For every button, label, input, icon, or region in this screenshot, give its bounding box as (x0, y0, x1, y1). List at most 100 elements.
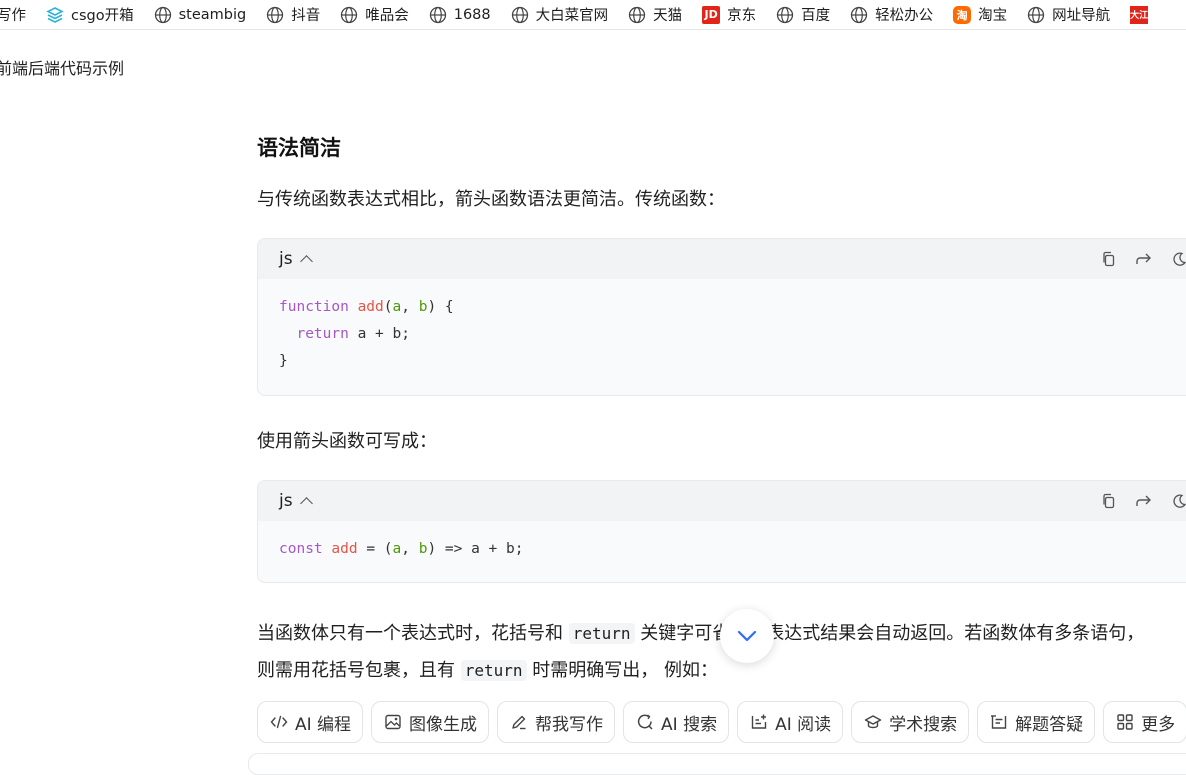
toolbar-label: 学术搜索 (889, 714, 958, 735)
bookmark-1688[interactable]: 1688 (429, 6, 491, 24)
page-title: 前端后端代码示例 (0, 59, 125, 78)
code-token: add (331, 541, 358, 557)
code-tools (1100, 492, 1186, 510)
bookmark-vip[interactable]: 唯品会 (340, 4, 409, 25)
code-token: ( (383, 299, 393, 315)
bookmarks-bar: 写作 csgo开箱 steambig 抖音 唯品会 1688 大白菜官网 天猫 … (0, 0, 1186, 30)
code-content: function add(a, b) { return a + b;} (258, 279, 1186, 375)
bookmark-label: 轻松办公 (875, 8, 934, 24)
stack-icon (46, 6, 64, 24)
code-token: function (279, 299, 349, 315)
code-token: ) => a + b; (427, 541, 524, 557)
paragraph-line: 则需用花括号包裹，且有 return 时需明确写出， 例如： (257, 652, 1144, 689)
bookmark-jd[interactable]: JD 京东 (702, 4, 756, 25)
toolbar-label: 帮我写作 (535, 714, 604, 735)
bookmark-label: csgo开箱 (71, 8, 134, 24)
globe-icon (1027, 6, 1045, 24)
code-token: , (401, 541, 419, 557)
bookmark-csgo[interactable]: csgo开箱 (46, 4, 134, 25)
code-token: a + b; (348, 326, 410, 342)
copy-icon[interactable] (1100, 250, 1118, 268)
globe-icon (628, 6, 646, 24)
code-line: } (279, 348, 1186, 375)
bookmark-label: steambig (178, 6, 247, 23)
code-token: a (392, 541, 402, 557)
ai-toolbar: AI 编程 图像生成 帮我写作 AI 搜索 AI 阅读 学术搜索 解题答疑 更多 (257, 701, 1186, 743)
toolbar-label: AI 搜索 (661, 714, 718, 735)
text-run: 当函数体只有一个表达式时，花括号和 (257, 623, 569, 644)
bookmark-douyin[interactable]: 抖音 (266, 4, 320, 25)
bookmark-steambig[interactable]: steambig (154, 6, 247, 24)
toolbar-label: 解题答疑 (1015, 714, 1084, 735)
bookmark-xiezuo[interactable]: 写作 (0, 4, 26, 25)
code-token: const (279, 541, 323, 557)
bookmark-nav[interactable]: 网址导航 (1027, 4, 1110, 25)
code-content: const add = (a, b) => a + b; (258, 521, 1186, 563)
code-icon (270, 713, 288, 731)
chevron-down-icon (737, 630, 757, 642)
globe-icon (850, 6, 868, 24)
pen-icon (510, 713, 528, 731)
bookmark-label: 写作 (0, 8, 26, 24)
bookmark-label: 网址导航 (1052, 8, 1111, 24)
jd-icon: JD (702, 5, 721, 24)
share-icon[interactable] (1135, 492, 1153, 510)
bookmark-dabaicai[interactable]: 大白菜官网 (511, 4, 608, 25)
chevron-up-icon (299, 255, 313, 268)
bookmark-taobao[interactable]: 淘 淘宝 (953, 4, 1007, 25)
code-line: return a + b; (279, 321, 1186, 348)
code-token: add (357, 299, 384, 315)
code-tools (1100, 250, 1186, 268)
code-token: return (296, 326, 349, 342)
scroll-down-button[interactable] (720, 609, 774, 663)
inline-code: return (460, 660, 527, 681)
toolbar-image-gen[interactable]: 图像生成 (371, 701, 490, 743)
paragraph-line: 当函数体只有一个表达式时，花括号和 return 关键字可省略，表达式结果会自动… (257, 615, 1144, 652)
bookmark-label: 京东 (727, 8, 757, 24)
bookmark-label: 1688 (453, 6, 491, 23)
code-lang-toggle[interactable]: js (279, 249, 313, 269)
globe-icon (511, 6, 529, 24)
paragraph-explanation: 当函数体只有一个表达式时，花括号和 return 关键字可省略，表达式结果会自动… (257, 615, 1144, 689)
text-run: 关键字可省略，表达式结果会自动返回。若函数体有多条语句， (634, 623, 1145, 644)
globe-icon (340, 6, 358, 24)
toolbar-label: 更多 (1141, 714, 1176, 735)
bookmark-label: 抖音 (291, 8, 321, 24)
code-block-arrow: js const add = (a, b) => a + b; (257, 480, 1186, 583)
code-lang-toggle[interactable]: js (279, 491, 313, 511)
toolbar-more[interactable]: 更多 (1103, 701, 1186, 743)
copy-icon[interactable] (1100, 492, 1118, 510)
paragraph-intro: 与传统函数表达式相比，箭头函数语法更简洁。传统函数： (257, 189, 725, 210)
bookmark-label: 百度 (801, 8, 831, 24)
taobao-icon: 淘 (953, 5, 972, 24)
bookmark-red-logo[interactable]: 大江 (1130, 5, 1155, 24)
inline-code: return (568, 623, 635, 644)
toolbar-ai-search[interactable]: AI 搜索 (623, 701, 730, 743)
toolbar-answer[interactable]: 解题答疑 (977, 701, 1096, 743)
toolbar-ai-read[interactable]: AI 阅读 (737, 701, 844, 743)
toolbar-label: AI 阅读 (775, 714, 832, 735)
toolbar-ai-coding[interactable]: AI 编程 (257, 701, 364, 743)
toolbar-academic[interactable]: 学术搜索 (851, 701, 970, 743)
toolbar-writing[interactable]: 帮我写作 (497, 701, 616, 743)
grid-icon (1116, 713, 1134, 731)
search-refresh-icon (636, 713, 654, 731)
section-heading: 语法简洁 (257, 136, 341, 160)
bookmark-label: 淘宝 (978, 8, 1008, 24)
chat-input-edge[interactable] (248, 753, 1186, 775)
code-lang-label: js (279, 249, 293, 269)
read-icon (750, 713, 768, 731)
bookmark-tmall[interactable]: 天猫 (628, 4, 682, 25)
globe-icon (429, 6, 447, 24)
bookmark-baidu[interactable]: 百度 (776, 4, 830, 25)
image-icon (384, 713, 402, 731)
moon-icon[interactable] (1170, 492, 1186, 510)
share-icon[interactable] (1135, 250, 1153, 268)
toolbar-label: AI 编程 (295, 714, 352, 735)
bookmark-office[interactable]: 轻松办公 (850, 4, 933, 25)
moon-icon[interactable] (1170, 250, 1186, 268)
code-block-traditional: js function add(a, b) { return a + b;} (257, 238, 1186, 396)
bookmark-label: 天猫 (653, 8, 683, 24)
text-run: 时需明确写出， 例如： (526, 660, 718, 681)
